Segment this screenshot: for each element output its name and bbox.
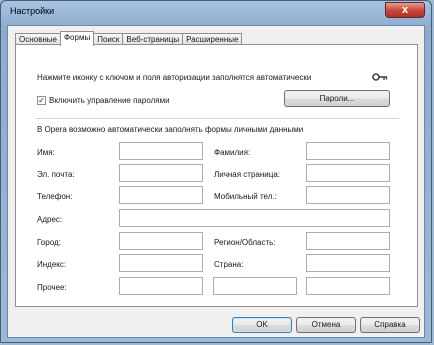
key-icon[interactable] <box>372 72 388 82</box>
city-field[interactable] <box>119 232 203 250</box>
close-button[interactable]: x <box>385 2 425 18</box>
surname-field[interactable] <box>306 142 390 160</box>
phone-field[interactable] <box>119 186 203 204</box>
region-field[interactable] <box>306 232 390 250</box>
address-field[interactable] <box>119 209 390 227</box>
homepage-field[interactable] <box>306 164 390 182</box>
country-field[interactable] <box>306 254 390 272</box>
other-field-3[interactable] <box>306 277 390 295</box>
email-field[interactable] <box>119 164 203 182</box>
forms-intro: В Opera возможно автоматически заполнять… <box>37 125 304 134</box>
enable-passwords-checkbox[interactable]: ✓ <box>37 96 46 105</box>
enable-passwords-label: Включить управление паролями <box>49 96 170 105</box>
other-field-1[interactable] <box>119 277 203 295</box>
name-label: Имя: <box>37 148 55 157</box>
mobile-label: Мобильный тел.: <box>214 192 277 201</box>
passwords-button[interactable]: Пароли... <box>284 90 390 107</box>
title-bar: Настройки x <box>1 1 431 25</box>
email-label: Эл. почта: <box>37 170 75 179</box>
zip-field[interactable] <box>119 254 203 272</box>
other-label: Прочее: <box>37 283 67 292</box>
region-label: Регион/Область: <box>214 238 276 247</box>
section-divider <box>35 118 399 119</box>
surname-label: Фамилия: <box>214 148 251 157</box>
dialog-client-area: Основные Формы Поиск Веб-страницы Расшир… <box>7 25 425 338</box>
country-label: Страна: <box>214 260 244 269</box>
address-label: Адрес: <box>37 215 63 224</box>
password-hint: Нажмите иконку с ключом и поля авторизац… <box>37 73 312 82</box>
help-button[interactable]: Справка <box>360 317 420 333</box>
window-title: Настройки <box>10 6 55 16</box>
tab-forms[interactable]: Формы <box>59 31 95 46</box>
forms-panel: Нажмите иконку с ключом и поля авторизац… <box>15 44 418 307</box>
other-field-2[interactable] <box>213 277 297 295</box>
city-label: Город: <box>37 238 61 247</box>
zip-label: Индекс: <box>37 260 67 269</box>
tab-bar: Основные Формы Поиск Веб-страницы Расшир… <box>15 31 243 46</box>
name-field[interactable] <box>119 142 203 160</box>
homepage-label: Личная страница: <box>214 170 281 179</box>
mobile-field[interactable] <box>306 186 390 204</box>
settings-dialog: Настройки x Основные Формы Поиск Веб-стр… <box>0 0 432 343</box>
cancel-button[interactable]: Отмена <box>296 317 356 333</box>
phone-label: Телефон: <box>37 192 73 201</box>
ok-button[interactable]: OK <box>232 317 292 333</box>
